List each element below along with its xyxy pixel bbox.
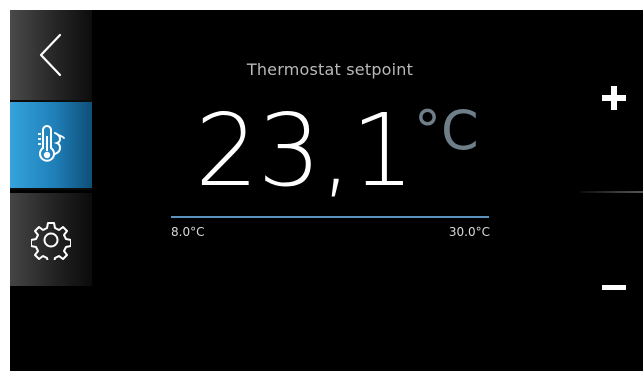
plus-icon — [601, 86, 626, 114]
thermostat-icon — [34, 124, 68, 166]
minus-icon — [601, 276, 626, 295]
controls-divider — [580, 191, 643, 193]
range-track[interactable] — [171, 216, 489, 218]
decrease-button[interactable] — [584, 255, 643, 315]
setpoint-title: Thermostat setpoint — [246, 60, 414, 79]
sidebar — [10, 10, 92, 286]
back-button[interactable] — [10, 10, 92, 100]
increase-button[interactable] — [584, 70, 643, 130]
back-chevron-icon — [36, 31, 66, 79]
sidebar-item-settings[interactable] — [10, 193, 92, 286]
range-min-label: 8.0°C — [171, 225, 205, 239]
sidebar-item-thermostat[interactable] — [10, 100, 92, 190]
setpoint-value: 23,1 — [195, 92, 415, 209]
setpoint-unit: °C — [414, 99, 479, 162]
thermostat-screen: Thermostat setpoint 23,1 °C 8.0°C 30.0°C — [10, 10, 643, 371]
gear-icon — [31, 220, 71, 260]
range-max-label: 30.0°C — [448, 225, 490, 239]
